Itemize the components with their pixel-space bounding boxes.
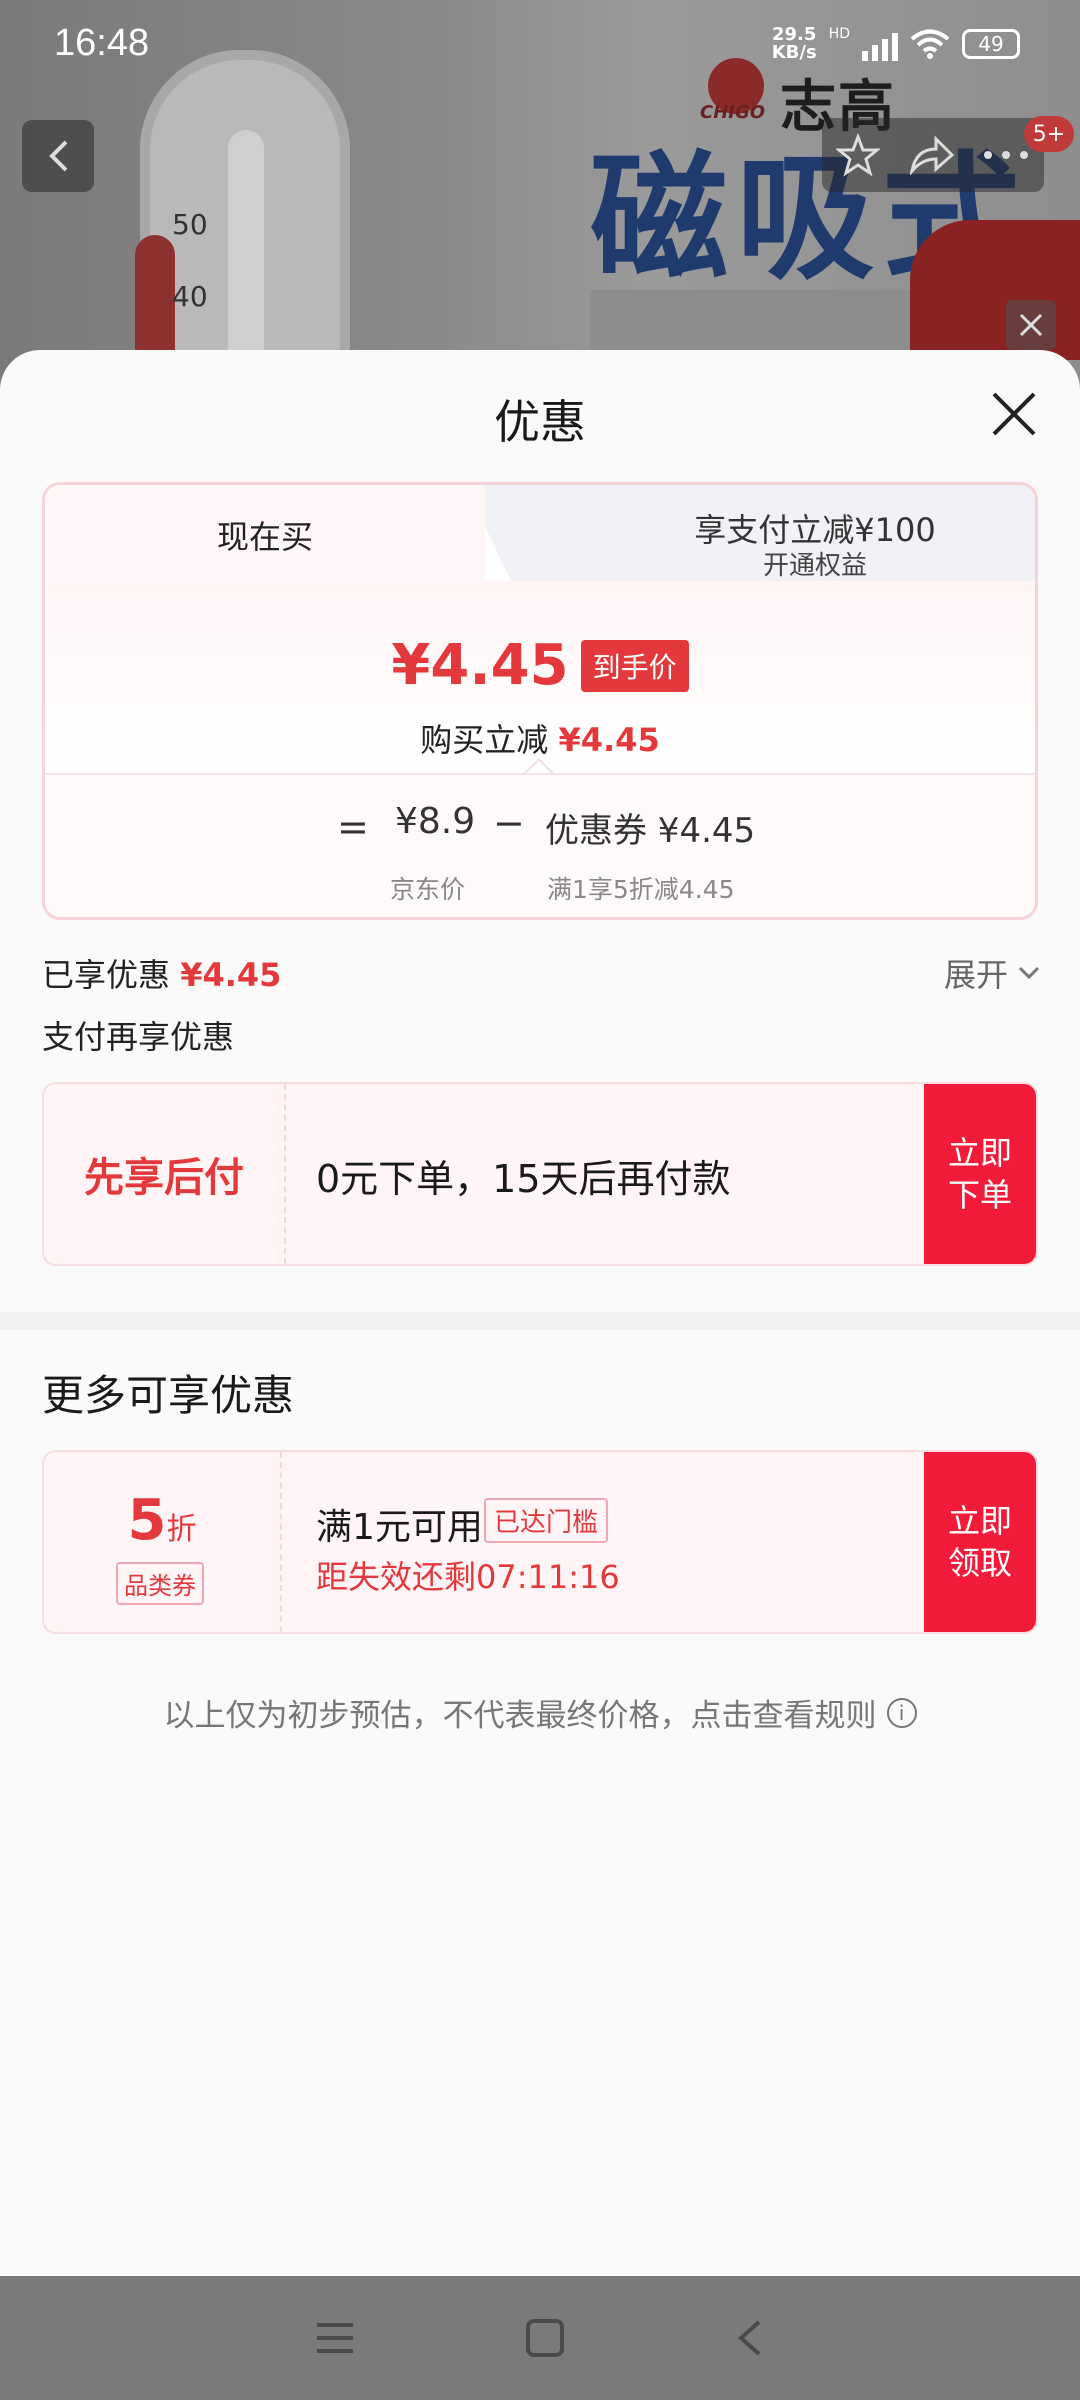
status-bar: 16:48 29.5 KB/s HD 49 [0,0,1080,90]
pay-again-label: 支付再享优惠 [42,1018,235,1056]
coupon-condition: 满1元可用 [316,1507,483,1548]
battery-icon: 49 [962,29,1020,59]
brand-sub: CHIGO [700,102,766,123]
coupon-unit: 折 [166,1512,197,1547]
coupon-value-area: 5折 品类券 [44,1452,282,1632]
top-actions [822,118,1044,192]
coupon-price: 优惠券 ¥4.45 [545,811,756,851]
tab-buy-now[interactable]: 现在买 [45,485,485,585]
more-icon[interactable] [982,149,1030,161]
sheet-title: 优惠 [494,395,586,449]
coupon-card[interactable]: 5折 品类券 满1元可用 已达门槛 距失效还剩07:11:16 立即 领取 [42,1450,1038,1634]
price-breakdown: = ¥8.9 − 优惠券 ¥4.45 京东价 满1享5折减4.45 [45,773,1035,917]
minus-sign: − [493,801,525,845]
discount-sheet: 优惠 现在买 享支付立减¥100 开通权益 ¥4.45 到手价 购买立减 ¥4.… [0,350,1080,2276]
bnpl-text: 0元下单，15天后再付款 [316,1157,731,1201]
info-icon: i [886,1697,917,1728]
star-icon[interactable] [836,133,880,177]
signal-icon [862,27,898,61]
expand-button[interactable]: 展开 [944,950,1040,996]
bnpl-title: 先享后付 [44,1084,286,1264]
equals-sign: = [337,805,369,849]
jd-price: ¥8.9 [395,801,476,842]
final-price: ¥4.45 [391,633,569,698]
thermo-label-50: 50 [172,208,208,241]
status-time: 16:48 [54,22,150,64]
order-now-button[interactable]: 立即 下单 [924,1084,1036,1264]
system-nav-bar [0,2276,1080,2400]
coupon-price-label: 满1享5折减4.45 [547,875,735,904]
home-nav-button[interactable] [525,2318,565,2358]
disclaimer[interactable]: 以上仅为初步预估，不代表最终价格，点击查看规则 i [0,1690,1080,1735]
claim-coupon-button[interactable]: 立即 领取 [924,1452,1036,1632]
coupon-countdown: 距失效还剩07:11:16 [316,1558,620,1596]
chevron-down-icon [1018,966,1040,980]
banner-close-button[interactable] [1006,300,1056,350]
coupon-type: 品类券 [116,1562,204,1605]
back-nav-button[interactable] [735,2318,765,2358]
section-divider [0,1312,1080,1330]
close-icon [1019,313,1043,337]
menu-icon [317,2323,353,2353]
tab-pay-sub[interactable]: 开通权益 [645,545,985,582]
reduce-row: 购买立减 ¥4.45 [420,721,660,759]
more-discounts-title: 更多可享优惠 [42,1371,295,1420]
coupon-value: 5 [127,1488,167,1553]
menu-nav-button[interactable] [315,2321,355,2355]
notification-badge: 5+ [1024,116,1074,152]
chevron-left-icon [49,140,68,172]
share-icon[interactable] [908,135,954,175]
threshold-reached-badge: 已达门槛 [484,1498,609,1543]
wifi-icon [910,29,950,59]
home-icon [526,2319,564,2357]
enjoyed-discount: 已享优惠 ¥4.45 [42,956,282,994]
net-speed: 29.5 KB/s [771,24,817,63]
back-button[interactable] [22,120,94,192]
jd-price-label: 京东价 [390,875,466,904]
close-icon[interactable] [990,390,1038,438]
price-card: 现在买 享支付立减¥100 开通权益 ¥4.45 到手价 购买立减 ¥4.45 … [42,482,1038,920]
back-icon [737,2320,761,2356]
final-price-tag: 到手价 [580,639,689,692]
hd-indicator: HD [828,26,850,42]
thermo-label-40: 40 [172,280,208,313]
bnpl-card[interactable]: 先享后付 0元下单，15天后再付款 立即 下单 [42,1082,1038,1266]
